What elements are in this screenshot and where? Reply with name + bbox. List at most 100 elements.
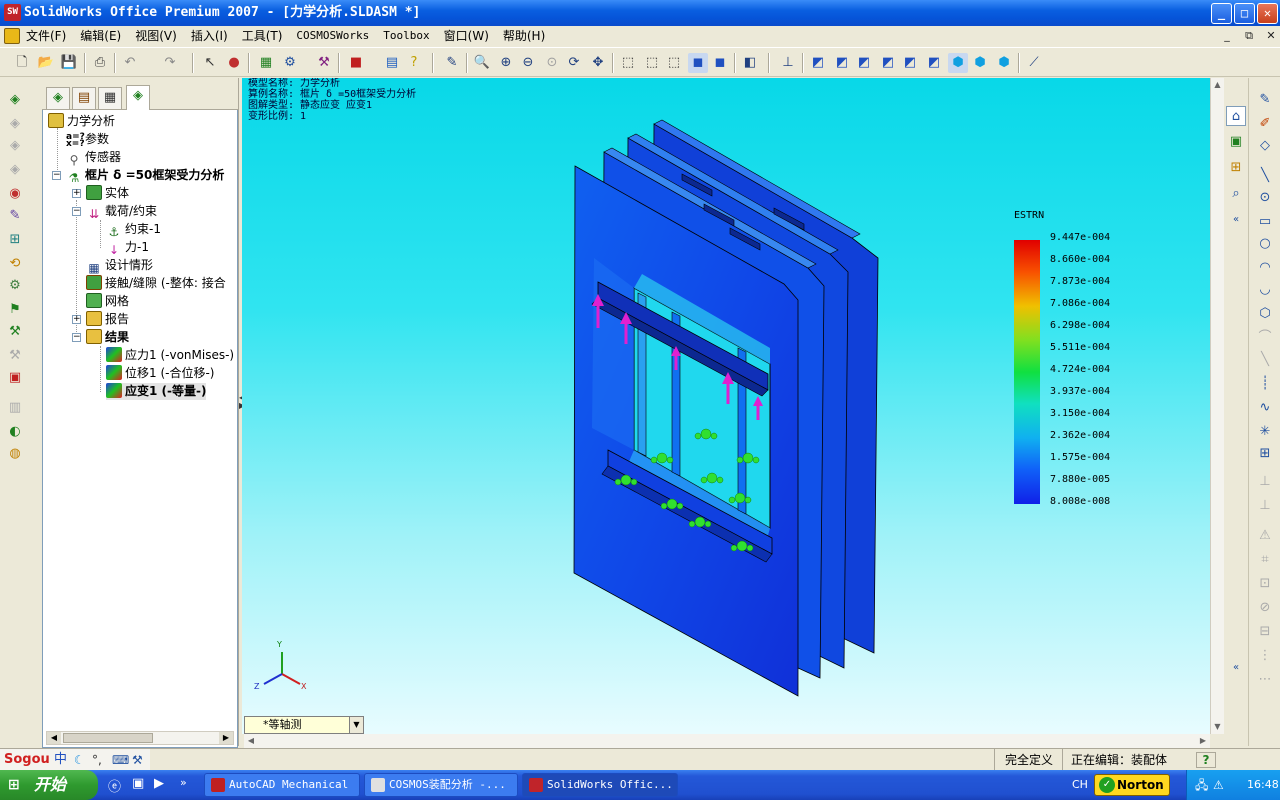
scroll-right-icon[interactable]: ▶ [219,732,233,744]
shaded-icon[interactable]: ◼ [710,53,730,73]
scroll-right-icon[interactable]: ▶ [1196,734,1210,748]
zoom-area-icon[interactable]: ⊕ [496,53,516,73]
report-tool-icon[interactable]: ▣ [5,368,25,388]
wireframe-icon[interactable]: ⬚ [618,53,638,73]
hidden-removed-icon[interactable]: ⬚ [664,53,684,73]
rebuild-icon[interactable]: ● [224,53,244,73]
load-tool-icon[interactable]: ⊞ [5,230,25,250]
tree-report[interactable]: 报告 [86,311,129,328]
menu-insert[interactable]: 插入(I) [191,26,228,46]
menu-help[interactable]: 帮助(H) [503,26,545,46]
result-tool-icon[interactable]: ◈ [5,160,25,180]
search-icon[interactable]: ⌕ [1226,184,1246,204]
trimetric-view-icon[interactable]: ⬢ [970,53,990,73]
menu-cosmosworks[interactable]: COSMOSWorks [296,26,369,46]
dimetric-view-icon[interactable]: ⬢ [994,53,1014,73]
tree-root[interactable]: 力学分析 [48,113,115,130]
top-view-icon[interactable]: ◩ [900,53,920,73]
ime-mode[interactable]: 中 [54,749,67,771]
hidden-lines-icon[interactable]: ⬚ [642,53,662,73]
3d-box-icon[interactable]: ■ [346,53,366,73]
menu-view[interactable]: 视图(V) [135,26,177,46]
minimize-button[interactable]: _ [1211,3,1232,24]
collapse-study-button[interactable]: − [52,171,61,180]
scroll-left-icon[interactable]: ◀ [47,732,61,744]
tree-study[interactable]: ⚗ 框片 δ =50框架受力分析 [66,167,225,185]
plot-tool-icon[interactable]: ⚒ [5,346,25,366]
tree-hscroll-thumb[interactable] [63,733,153,743]
tree-design-scenario[interactable]: ▦ 设计情形 [86,257,153,275]
undo-icon[interactable]: ↶ [120,53,140,73]
scroll-down-icon[interactable]: ▼ [1211,720,1224,734]
tree-params[interactable]: a=? x=?参数 [66,131,109,149]
tree-results[interactable]: 结果 [86,329,129,346]
trim-icon[interactable]: ⊥ [1255,472,1275,492]
maximize-button[interactable]: □ [1234,3,1255,24]
collapse-results-button[interactable]: − [72,333,81,342]
rectangle-icon[interactable]: ▭ [1255,212,1275,232]
view-selector[interactable]: *等轴测 ▼ [244,716,364,734]
tree-sensors[interactable]: ⚲ 传感器 [66,149,121,167]
ime-bar[interactable]: Sogou 中 ☾ °, ⌨ ⚒ [0,749,150,771]
expand-report-button[interactable]: + [72,315,81,324]
collapse-loads-button[interactable]: − [72,207,81,216]
save-icon[interactable]: 💾 [59,53,79,73]
scroll-up-icon[interactable]: ▲ [1211,78,1224,92]
zoom-selection-icon[interactable]: ⊙ [542,53,562,73]
graphics-viewport[interactable]: 模型名称: 力学分析 算例名称: 框片 δ =50框架受力分析 图解类型: 静态… [242,78,1210,734]
ie-icon[interactable]: ⓔ [108,776,126,795]
section-view-icon[interactable]: ◧ [740,53,760,73]
menu-window[interactable]: 窗口(W) [444,26,489,46]
properties-icon[interactable]: ▤ [382,53,402,73]
3d-sketch-icon[interactable]: ✐ [1255,114,1275,134]
fixture-tool-icon[interactable]: ✎ [5,206,25,226]
doc-close-button[interactable]: ✕ [1262,28,1280,44]
open-folder-icon[interactable]: 📂 [36,53,56,73]
smart-dimension-icon[interactable]: ◇ [1255,136,1275,156]
file-explorer-icon[interactable]: ⊞ [1226,158,1246,178]
tangent-arc-icon[interactable]: ◡ [1255,280,1275,300]
ime-keyboard-icon[interactable]: ⌨ [112,749,129,771]
tree-stress[interactable]: 应力1 (-vonMises-) [106,347,234,364]
menu-toolbox[interactable]: Toolbox [383,26,429,46]
options-tool-icon[interactable]: ▥ [5,398,25,418]
norton-button[interactable]: ✓ Norton [1094,774,1170,796]
viewport-vscroll[interactable]: ▲ ▼ [1210,78,1224,734]
tab-feature-tree[interactable]: ◈ [46,87,70,109]
isometric-view-icon[interactable]: ⬢ [948,53,968,73]
bottom-view-icon[interactable]: ◩ [924,53,944,73]
ime-punct-icon[interactable]: °, [92,749,102,771]
tab-configuration[interactable]: ▦ [98,87,122,109]
start-button[interactable]: ⊞ 开始 [0,770,98,800]
help-icon[interactable]: ? [404,53,424,73]
menu-file[interactable]: 文件(F) [26,26,66,46]
rotate-icon[interactable]: ⟳ [564,53,584,73]
tree-displacement[interactable]: 位移1 (-合位移-) [106,365,214,382]
viewport-hscroll[interactable]: ◀ ▶ [244,734,1210,748]
tree-strain[interactable]: 应变1 (-等量-) [106,383,207,400]
tree-solids[interactable]: 实体 [86,185,129,202]
spline-icon[interactable]: ∿ [1255,398,1275,418]
chevron-down-icon[interactable]: ▼ [349,717,363,733]
zoom-in-out-icon[interactable]: ⊖ [518,53,538,73]
polygon-icon[interactable]: ⬡ [1255,304,1275,324]
sensor-tool-icon[interactable]: ⚑ [5,300,25,320]
clock[interactable]: 16:48 [1247,770,1279,800]
fillet-icon[interactable]: ⌒ [1255,328,1275,348]
pan-icon[interactable]: ✥ [588,53,608,73]
centerline-icon[interactable]: ┊ [1255,374,1275,394]
point-icon[interactable]: ✳ [1255,422,1275,442]
ime-moon-icon[interactable]: ☾ [74,749,85,771]
left-view-icon[interactable]: ◩ [854,53,874,73]
show-desktop-icon[interactable]: ▣ [132,776,150,794]
centerpoint-icon[interactable]: ⊙ [1255,188,1275,208]
collapse-pane-icon[interactable]: « [1226,210,1246,230]
design-library-icon[interactable]: ▣ [1226,132,1246,152]
close-button[interactable]: ✕ [1257,3,1278,24]
fea-model[interactable] [242,78,1210,734]
task-solidworks[interactable]: SolidWorks Offic... [522,773,678,797]
line-icon[interactable]: ╲ [1255,166,1275,186]
arc-icon[interactable]: ◠ [1255,258,1275,278]
home-icon[interactable]: ⌂ [1226,106,1246,126]
print-icon[interactable]: ⎙ [90,53,110,73]
